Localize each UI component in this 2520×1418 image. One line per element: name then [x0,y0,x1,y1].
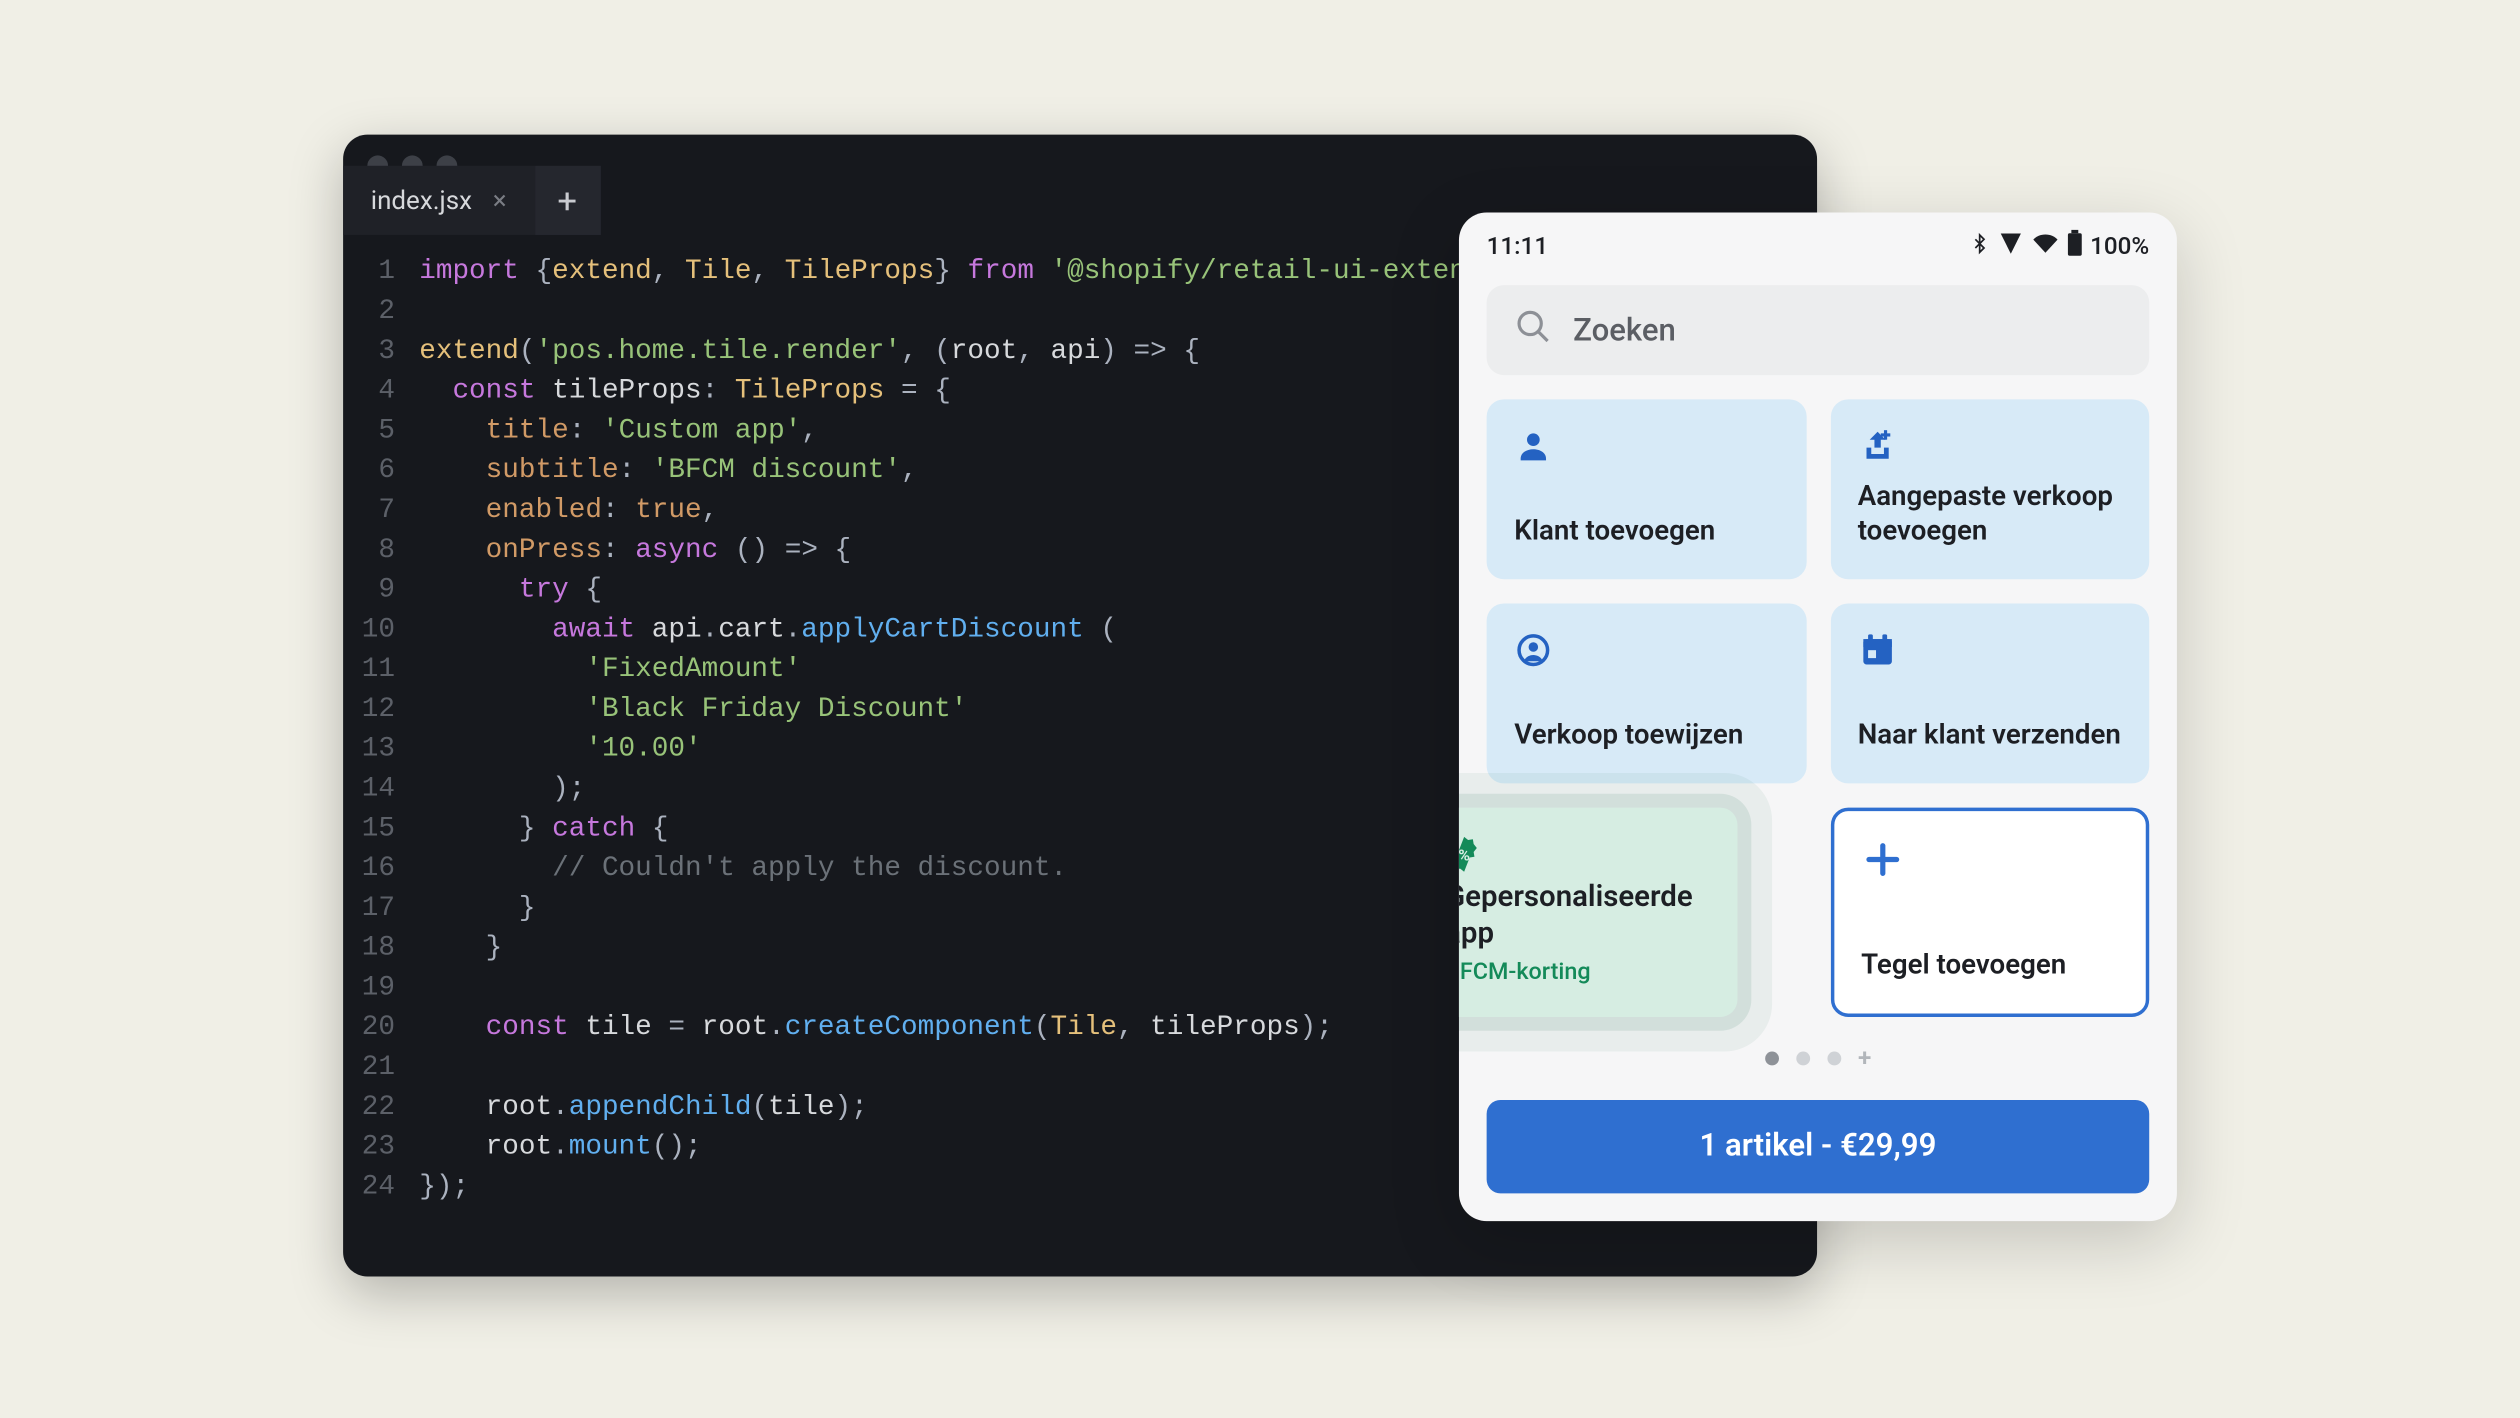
bluetooth-icon [1969,232,1990,263]
signal-icon [1997,232,2025,263]
tile-label: Verkoop toewijzen [1514,718,1778,753]
pager-dot-2[interactable] [1796,1051,1810,1065]
checkout-button[interactable]: 1 artikel - €29,99 [1487,1099,2150,1192]
tile-label: Naar klant verzenden [1858,718,2122,753]
editor-tab-index[interactable]: index.jsx × [343,166,534,235]
status-bar: 11:11 100% [1459,212,2177,271]
new-tab-button[interactable]: + [534,166,600,235]
close-tab-icon[interactable]: × [493,185,507,216]
pos-phone-mock: 11:11 100% Zoeken [1459,212,2177,1220]
tab-filename: index.jsx [371,185,472,216]
tile-label: Tegel toevoegen [1861,947,2118,982]
svg-text:%: % [1459,846,1470,865]
checkout-label: 1 artikel - €29,99 [1699,1128,1936,1164]
person-icon [1514,427,1778,472]
battery-percent: 100% [2090,233,2149,261]
tile-subtitle: BFCM-korting [1459,957,1709,985]
pager-dot-3[interactable] [1827,1051,1841,1065]
wifi-icon [2031,232,2059,263]
line-number-gutter: 123456789101112131415161718192021222324 [343,252,419,1207]
page-indicator: + [1459,1016,2177,1089]
tile-custom-sale[interactable]: Aangepaste verkoop toevoegen [1830,399,2149,579]
tile-add-customer[interactable]: Klant toevoegen [1487,399,1806,579]
battery-icon [2066,230,2083,265]
upload-plus-icon [1858,427,2122,472]
tile-grid: Klant toevoegen Aangepaste verkoop toevo… [1459,399,2177,1016]
search-placeholder: Zoeken [1573,312,1676,348]
tile-label: Klant toevoegen [1514,514,1778,549]
pager-add-page-icon[interactable]: + [1858,1044,1871,1072]
search-input[interactable]: Zoeken [1487,285,2150,375]
window-controls [343,135,1817,166]
tile-add-tile[interactable]: Tegel toevoegen [1830,808,2149,1016]
tile-ship-to-customer[interactable]: Naar klant verzenden [1830,603,2149,783]
tile-label: Gepersonaliseerde app [1459,880,1709,954]
plus-icon [1861,839,2118,887]
search-icon [1514,308,1552,353]
tile-custom-app[interactable]: % Gepersonaliseerde app BFCM-korting [1459,808,1737,1016]
calendar-icon [1858,631,2122,676]
discount-badge-icon: % [1459,835,1709,880]
tile-label: Aangepaste verkoop toevoegen [1858,479,2122,548]
status-time: 11:11 [1487,233,1548,261]
code-content[interactable]: import {extend, Tile, TileProps} from '@… [419,252,1582,1207]
pager-dot-1[interactable] [1765,1051,1779,1065]
user-circle-icon [1514,631,1778,676]
tile-assign-sale[interactable]: Verkoop toewijzen [1487,603,1806,783]
